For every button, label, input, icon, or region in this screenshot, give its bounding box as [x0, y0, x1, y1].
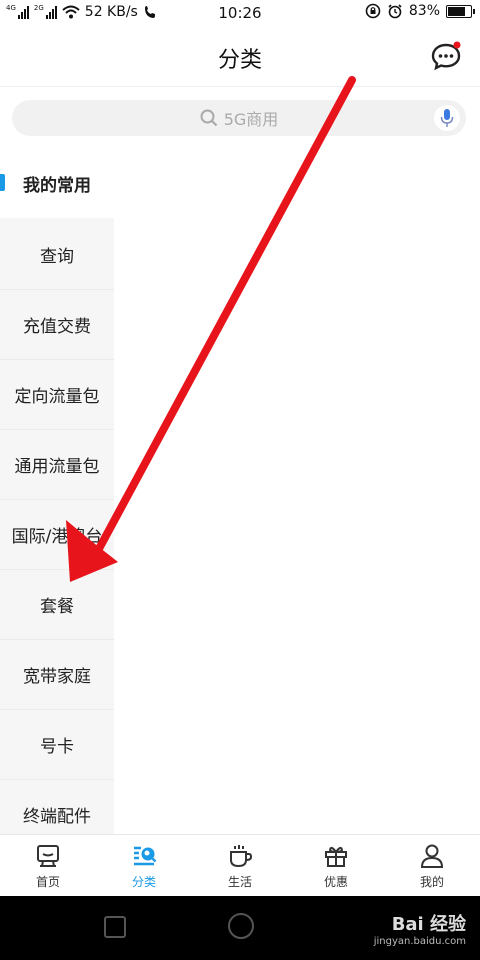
lock-rotation-icon: [365, 3, 381, 19]
sidebar-item-recharge[interactable]: 充值交费: [0, 290, 114, 360]
sidebar-item-favorites[interactable]: 我的常用: [0, 148, 114, 218]
title-bar: 分类: [0, 26, 480, 87]
sidebar-item-label: 我的常用: [23, 175, 91, 196]
message-button[interactable]: [430, 40, 462, 72]
category-icon: [134, 846, 157, 866]
chat-bubble-icon: [431, 41, 461, 71]
search-bar[interactable]: 5G商用: [12, 100, 466, 136]
home-button[interactable]: [228, 913, 254, 939]
system-nav-bar: Bai 经验 jingyan.baidu.com: [0, 896, 480, 960]
nav-label: 生活: [227, 875, 252, 889]
sidebar-item-label: 套餐: [40, 597, 74, 617]
sidebar-item-label: 充值交费: [23, 317, 91, 337]
sidebar-item-sim-card[interactable]: 号卡: [0, 710, 114, 780]
nav-home[interactable]: 首页: [0, 835, 96, 897]
status-right: 83%: [365, 3, 475, 19]
sidebar-item-label: 查询: [40, 247, 74, 267]
sidebar-item-label: 宽带家庭: [23, 667, 91, 687]
nav-label: 首页: [35, 875, 60, 889]
cup-icon: [230, 845, 253, 868]
category-sidebar: 我的常用 查询 充值交费 定向流量包 通用流量包 国际/港澳台 套餐 宽带家庭 …: [0, 148, 114, 850]
nav-label: 优惠: [323, 875, 348, 889]
gift-icon: [325, 846, 347, 867]
page-title: 分类: [217, 48, 262, 73]
watermark-text: Bai 经验: [391, 914, 466, 935]
search-icon: [200, 109, 217, 127]
alarm-icon: [388, 4, 402, 19]
user-icon: [420, 844, 444, 868]
home-icon: [37, 845, 59, 867]
sidebar-item-label: 号卡: [40, 737, 74, 757]
sidebar-item-directed-data[interactable]: 定向流量包: [0, 360, 114, 430]
voice-search-button[interactable]: [434, 105, 460, 131]
bottom-nav: 首页 分类 生活 优惠 我的: [0, 834, 480, 897]
sidebar-item-label: 通用流量包: [14, 457, 100, 477]
watermark: Bai 经验 jingyan.baidu.com: [374, 910, 466, 947]
status-bar: 4G 2G 52 KB/s 10:26 83%: [0, 0, 480, 26]
sidebar-item-plans[interactable]: 套餐: [0, 570, 114, 640]
sidebar-item-label: 终端配件: [23, 807, 91, 827]
nav-category[interactable]: 分类: [96, 835, 192, 897]
notification-dot: [453, 41, 461, 49]
sidebar-item-international[interactable]: 国际/港澳台: [0, 500, 114, 570]
microphone-icon: [440, 109, 454, 127]
search-placeholder: 5G商用: [223, 110, 279, 129]
nav-offers[interactable]: 优惠: [288, 835, 384, 897]
nav-mine[interactable]: 我的: [384, 835, 480, 897]
nav-label: 分类: [131, 875, 156, 889]
sidebar-item-label: 定向流量包: [14, 387, 100, 407]
nav-life[interactable]: 生活: [192, 835, 288, 897]
sidebar-item-label: 国际/港澳台: [11, 527, 103, 547]
sidebar-item-broadband[interactable]: 宽带家庭: [0, 640, 114, 710]
search-input[interactable]: 5G商用: [12, 100, 466, 136]
battery-icon: [446, 4, 475, 18]
active-indicator: [0, 174, 5, 191]
recent-apps-button[interactable]: [104, 916, 126, 938]
category-content: [114, 148, 480, 834]
battery-percent: 83%: [408, 3, 440, 19]
sidebar-item-general-data[interactable]: 通用流量包: [0, 430, 114, 500]
nav-label: 我的: [419, 875, 444, 889]
sidebar-item-query[interactable]: 查询: [0, 220, 114, 290]
watermark-url: jingyan.baidu.com: [373, 936, 466, 947]
